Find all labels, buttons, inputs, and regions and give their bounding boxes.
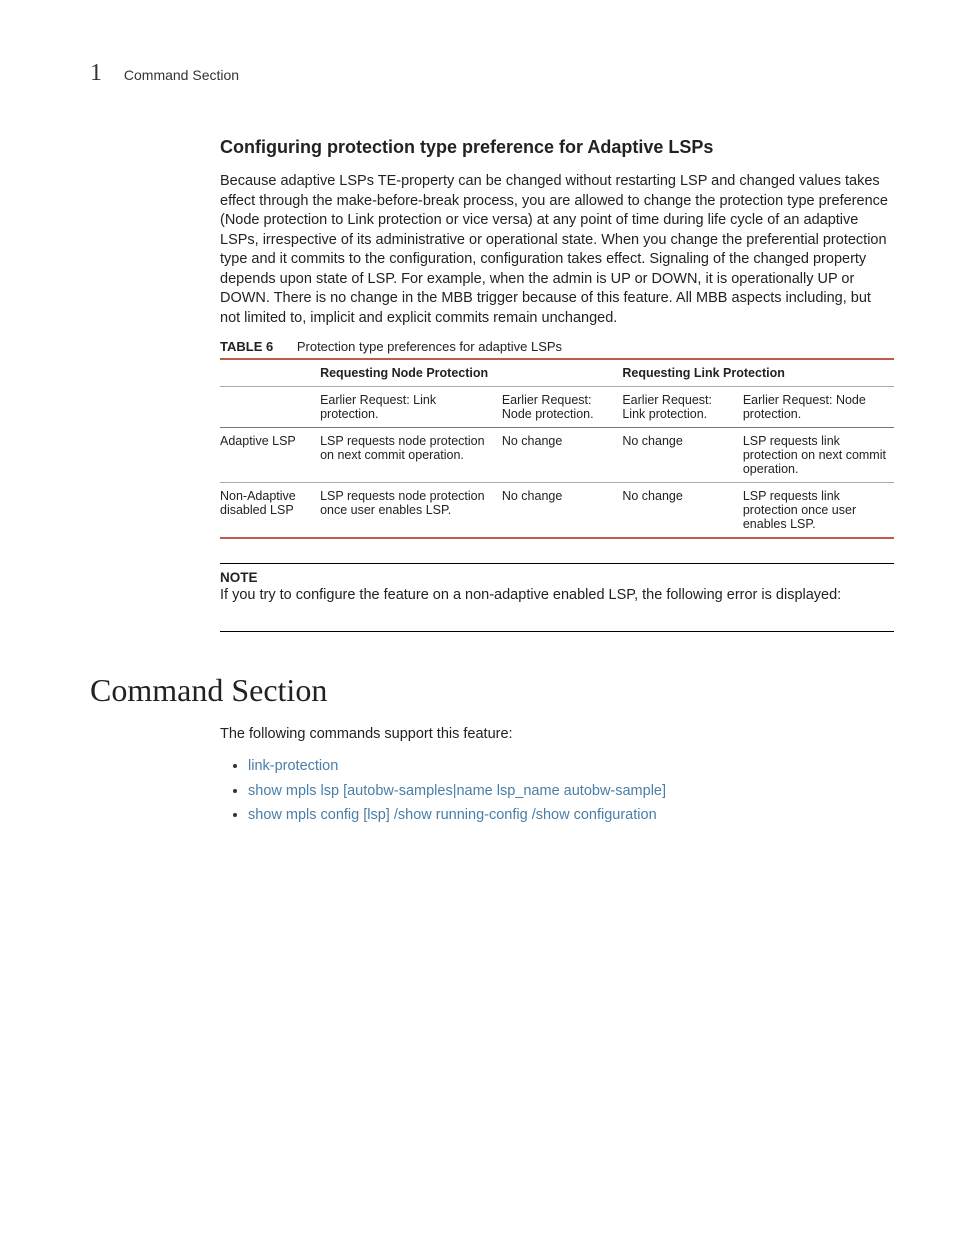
th-blank <box>220 359 320 387</box>
list-item: show mpls config [lsp] /show running-con… <box>248 803 894 828</box>
row1-c4: LSP requests link protection once user e… <box>743 482 894 538</box>
table-protection-prefs: Requesting Node Protection Requesting Li… <box>220 358 894 539</box>
row0-c2: No change <box>502 427 623 482</box>
link-show-mpls-config[interactable]: show mpls config [lsp] /show running-con… <box>248 807 657 823</box>
row0-label: Adaptive LSP <box>220 427 320 482</box>
commands-intro: The following commands support this feat… <box>220 725 894 745</box>
th-node: Requesting Node Protection <box>320 359 622 387</box>
sub-c2: Earlier Request: Node protection. <box>502 386 623 427</box>
content-block-1: Configuring protection type preference f… <box>220 137 894 632</box>
row1-c2: No change <box>502 482 623 538</box>
running-title: Command Section <box>124 67 239 83</box>
paragraph-intro: Because adaptive LSPs TE-property can be… <box>220 172 894 329</box>
page: 1 Command Section Configuring protection… <box>0 0 954 1235</box>
table-label: TABLE 6 <box>220 339 273 354</box>
heading-command-section: Command Section <box>90 672 894 709</box>
link-link-protection[interactable]: link-protection <box>248 758 338 774</box>
content-block-2: The following commands support this feat… <box>220 725 894 828</box>
command-list: link-protection show mpls lsp [autobw-sa… <box>220 754 894 828</box>
sub-c4: Earlier Request: Node protection. <box>743 386 894 427</box>
note-text: If you try to configure the feature on a… <box>220 587 894 603</box>
sub-blank <box>220 386 320 427</box>
note-label: NOTE <box>220 570 894 585</box>
note-block: NOTE If you try to configure the feature… <box>220 563 894 632</box>
row0-c4: LSP requests link protection on next com… <box>743 427 894 482</box>
sub-c3: Earlier Request: Link protection. <box>622 386 743 427</box>
chapter-number: 1 <box>90 60 102 86</box>
list-item: link-protection <box>248 754 894 779</box>
sub-c1: Earlier Request: Link protection. <box>320 386 502 427</box>
table-caption: TABLE 6 Protection type preferences for … <box>220 339 894 354</box>
row1-c3: No change <box>622 482 743 538</box>
row1-c1: LSP requests node protection once user e… <box>320 482 502 538</box>
row0-c3: No change <box>622 427 743 482</box>
table-title: Protection type preferences for adaptive… <box>297 339 562 354</box>
th-link: Requesting Link Protection <box>622 359 894 387</box>
subheading-config: Configuring protection type preference f… <box>220 137 894 158</box>
row0-c1: LSP requests node protection on next com… <box>320 427 502 482</box>
link-show-mpls-lsp[interactable]: show mpls lsp [autobw-samples|name lsp_n… <box>248 783 666 799</box>
list-item: show mpls lsp [autobw-samples|name lsp_n… <box>248 779 894 804</box>
running-header: 1 Command Section <box>90 60 894 87</box>
row1-label: Non-Adaptive disabled LSP <box>220 482 320 538</box>
